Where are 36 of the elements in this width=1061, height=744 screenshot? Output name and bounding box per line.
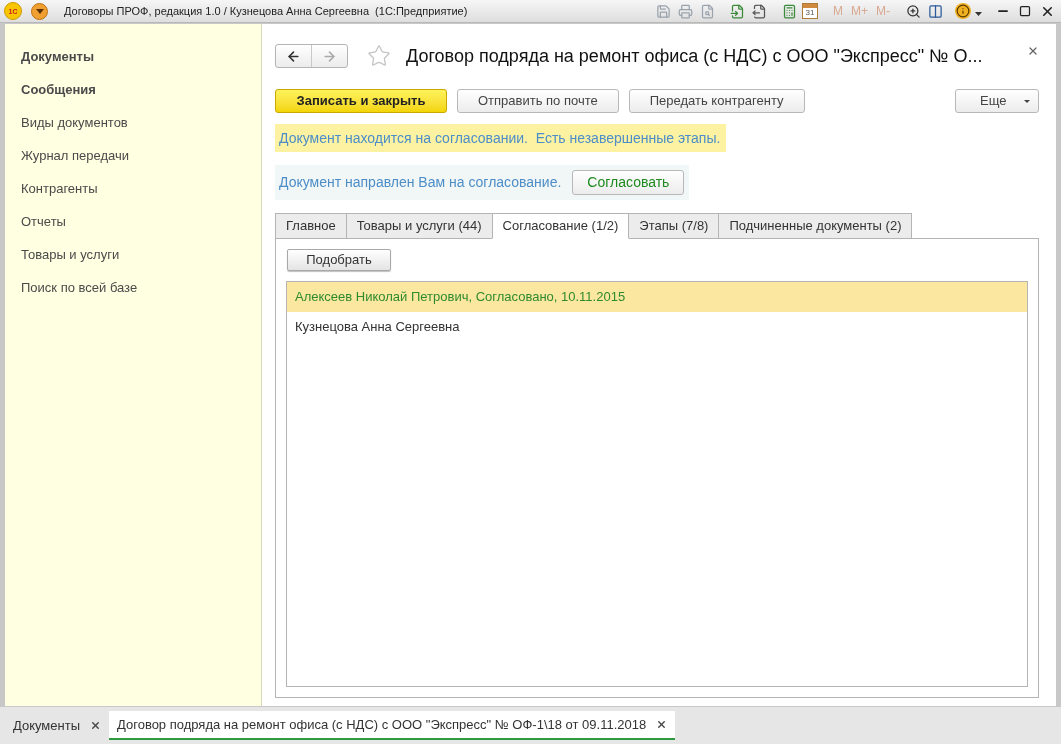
command-button[interactable]: Отправить по почте	[457, 89, 619, 113]
star-icon[interactable]	[367, 44, 391, 68]
sidebar-item[interactable]: Виды документов	[21, 115, 261, 131]
sidebar-item[interactable]: Сообщения	[21, 82, 261, 98]
calendar-icon[interactable]: 31	[802, 3, 818, 19]
approve-button[interactable]: Согласовать	[572, 170, 685, 195]
window-title: Договоры ПРОФ, редакция 1.0 / Кузнецова Анна Сергеевна (1С:Предприятие)	[64, 3, 468, 19]
tab[interactable]: Товары и услуги (44)	[345, 213, 493, 239]
tab[interactable]: Главное	[275, 213, 347, 239]
status-banner: Документ находится на согласовании. Есть незавершенные этапы.	[275, 124, 727, 152]
save-close-button[interactable]: Записать и закрыть	[275, 89, 447, 113]
tab[interactable]: Этапы (7/8)	[628, 213, 720, 239]
approver-row[interactable]: Алексеев Николай Петрович, Согласовано, 10.11.2015	[287, 282, 1027, 312]
sidebar-item[interactable]: Поиск по всей базе	[21, 280, 261, 296]
sidebar-item[interactable]: Товары и услуги	[21, 247, 261, 263]
info-icon[interactable]	[955, 3, 971, 19]
tab[interactable]: Подчиненные документы (2)	[718, 213, 913, 239]
more-button[interactable]: Еще	[955, 89, 1039, 113]
forward-arrow-icon	[322, 48, 337, 64]
caret-icon	[1024, 99, 1030, 103]
sidebar-item[interactable]: Контрагенты	[21, 181, 261, 197]
command-button[interactable]: Передать контрагенту	[628, 89, 805, 113]
approver-text: Кузнецова Анна Сергеевна	[295, 318, 460, 337]
approval-message: Документ направлен Вам на согласование.	[279, 173, 562, 192]
window-tab-label: Документы	[13, 716, 80, 735]
window-tab[interactable]: Договор подряда на ремонт офиса (с НДС) с ООО "Экспресс" № ОФ-1\18 от 09.11.2018	[109, 711, 676, 740]
sidebar-item[interactable]: Отчеты	[21, 214, 261, 230]
pick-button[interactable]: Подобрать	[287, 249, 391, 271]
document-title: Договор подряда на ремонт офиса (с НДС) с ООО "Экспресс" № О...	[406, 44, 983, 68]
sidebar-item[interactable]: Документы	[21, 49, 261, 65]
window-tab-label: Договор подряда на ремонт офиса (с НДС) с ООО "Экспресс" № ОФ-1\18 от 09.11.2018	[117, 715, 647, 734]
close-icon[interactable]	[90, 720, 101, 731]
close-icon[interactable]	[656, 719, 668, 730]
approver-text: Алексеев Николай Петрович, Согласовано, 10.11.2015	[295, 288, 626, 307]
tab[interactable]: Согласование (1/2)	[491, 213, 630, 239]
sidebar-item[interactable]: Журнал передачи	[21, 148, 261, 164]
